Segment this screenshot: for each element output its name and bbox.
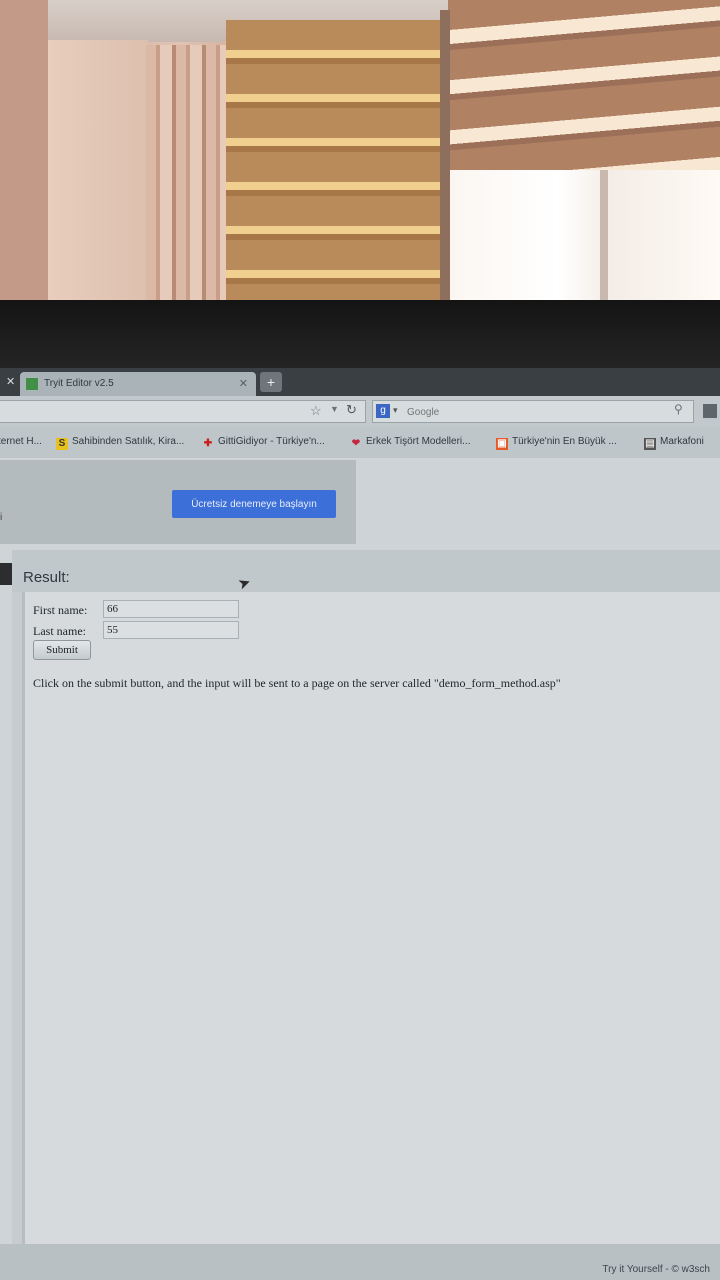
tab-strip: ✕ Tryit Editor v2.5 ✕ + (0, 368, 720, 396)
bookmark-item[interactable]: ternet H... (0, 436, 42, 447)
wall (0, 0, 48, 305)
bookmark-label: ternet H... (0, 436, 42, 447)
bookmark-label: Erkek Tişört Modelleri... (366, 436, 471, 447)
last-name-row: Last name: (33, 621, 239, 639)
gittigidiyor-icon: ✚ (203, 438, 213, 449)
w3schools-favicon-icon (26, 378, 38, 390)
bookmark-label: Sahibinden Satılık, Kira... (72, 436, 185, 447)
window-glass (448, 170, 720, 305)
submit-button[interactable]: Submit (33, 640, 91, 660)
menu-icon[interactable] (703, 404, 717, 418)
bookmark-item[interactable]: S Sahibinden Satılık, Kira... (56, 436, 184, 450)
window-blind-left (226, 20, 440, 305)
bookmark-star-icon[interactable]: ☆ (310, 403, 322, 419)
bookmark-label: Markafoni (660, 436, 704, 447)
search-engine-icon[interactable]: g (376, 404, 390, 418)
result-frame: First name: Last name: Submit Click on t… (22, 592, 720, 1244)
first-name-label: First name: (33, 603, 88, 617)
bookmark-item[interactable]: ❤ Erkek Tişört Modelleri... (350, 436, 471, 450)
window-frame-mullion (600, 170, 608, 305)
last-name-label: Last name: (33, 624, 86, 638)
store-icon: ▣ (496, 438, 508, 450)
free-trial-button[interactable]: Ücretsiz denemeye başlayın (172, 490, 336, 518)
chevron-down-icon[interactable]: ▼ (330, 404, 339, 414)
code-panel-edge (0, 563, 12, 585)
result-header: Result: (12, 550, 720, 592)
wall-section (48, 40, 148, 305)
search-icon[interactable]: ⚲ (674, 402, 683, 416)
last-name-field[interactable] (103, 621, 239, 639)
instruction-text: Click on the submit button, and the inpu… (33, 676, 561, 690)
bookmark-label: Türkiye'nin En Büyük ... (512, 436, 617, 447)
new-tab-button[interactable]: + (260, 372, 282, 392)
search-box[interactable]: g ▾ (372, 400, 694, 423)
curtain (146, 45, 226, 305)
tab-title: Tryit Editor v2.5 (44, 378, 114, 389)
bookmarks-bar: ternet H... S Sahibinden Satılık, Kira...… (0, 426, 720, 459)
bookmark-label: GittiGidiyor - Türkiye'n... (218, 436, 325, 447)
footer-text: Try it Yourself - © w3sch (602, 1264, 710, 1275)
bookmark-item[interactable]: ▣ Türkiye'nin En Büyük ... (496, 436, 617, 450)
heart-icon: ❤ (351, 438, 361, 449)
first-name-field[interactable] (103, 600, 239, 618)
monitor-screen: ✕ Tryit Editor v2.5 ✕ + ☆ ▼ ↻ g ▾ ⚲ tern… (0, 368, 720, 1280)
status-bar: Try it Yourself - © w3sch (0, 1244, 720, 1280)
close-icon[interactable]: ✕ (6, 375, 15, 388)
tab-close-icon[interactable]: ✕ (239, 377, 248, 390)
sahibinden-icon: S (56, 438, 68, 450)
tab-tryit-editor[interactable]: Tryit Editor v2.5 ✕ (20, 372, 256, 396)
reload-icon[interactable]: ↻ (346, 402, 357, 418)
result-frame-border (12, 592, 22, 1244)
ad-text-fragment: i (0, 512, 3, 523)
room-background (0, 0, 720, 305)
window-frame (440, 10, 450, 305)
bookmark-item[interactable]: ▤ Markafoni (644, 436, 704, 450)
markafoni-icon: ▤ (644, 438, 656, 450)
ad-banner: i Ücretsiz denemeye başlayın (0, 460, 356, 544)
search-input[interactable] (405, 403, 669, 421)
first-name-row: First name: (33, 600, 239, 618)
page-content: i Ücretsiz denemeye başlayın Result: ➤ F… (0, 458, 720, 1280)
navigation-bar: ☆ ▼ ↻ g ▾ ⚲ (0, 396, 720, 426)
bookmark-item[interactable]: ✚ GittiGidiyor - Türkiye'n... (202, 436, 325, 450)
result-title: Result: (23, 569, 70, 586)
ad-area (358, 460, 720, 544)
chevron-down-icon[interactable]: ▾ (393, 405, 398, 416)
window-blind-right (448, 0, 720, 170)
monitor-bezel (0, 300, 720, 370)
